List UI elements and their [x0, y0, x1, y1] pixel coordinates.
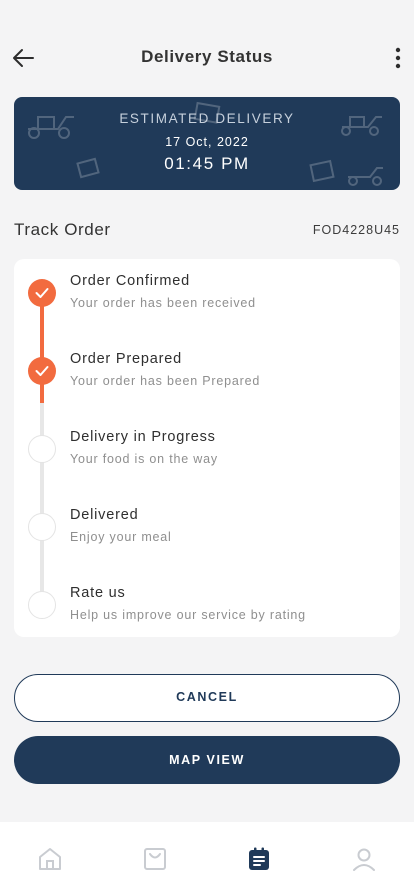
- step-completed-indicator: [28, 279, 56, 307]
- estimated-delivery-label: ESTIMATED DELIVERY: [119, 111, 295, 126]
- timeline-step-order-prepared: Order Prepared Your order has been Prepa…: [14, 337, 400, 397]
- timeline-step-order-confirmed: Order Confirmed Your order has been rece…: [14, 259, 400, 319]
- estimated-delivery-card: ESTIMATED DELIVERY 17 Oct, 2022 01:45 PM: [14, 97, 400, 190]
- step-subtitle: Help us improve our service by rating: [70, 608, 306, 622]
- step-title: Order Confirmed: [70, 273, 190, 289]
- orders-icon: [249, 847, 269, 870]
- profile-icon: [353, 848, 375, 871]
- nav-orders[interactable]: [246, 846, 272, 872]
- more-options-button[interactable]: [390, 44, 406, 72]
- map-view-button[interactable]: MAP VIEW: [14, 736, 400, 784]
- more-vertical-icon: [395, 47, 401, 69]
- step-title: Rate us: [70, 585, 126, 601]
- order-tracking-timeline: Order Confirmed Your order has been rece…: [14, 259, 400, 637]
- step-subtitle: Your order has been Prepared: [70, 374, 261, 388]
- step-subtitle: Your food is on the way: [70, 452, 218, 466]
- step-pending-indicator: [28, 591, 56, 619]
- timeline-step-delivery-in-progress: Delivery in Progress Your food is on the…: [14, 415, 400, 475]
- order-id: FOD4228U45: [312, 223, 400, 237]
- step-subtitle: Your order has been received: [70, 296, 256, 310]
- step-pending-indicator: [28, 513, 56, 541]
- step-title: Order Prepared: [70, 351, 182, 367]
- check-icon: [35, 288, 49, 298]
- step-subtitle: Enjoy your meal: [70, 530, 172, 544]
- estimated-delivery-time: 01:45 PM: [164, 154, 250, 173]
- cancel-order-button[interactable]: CANCEL: [14, 674, 400, 722]
- estimated-delivery-date: 17 Oct, 2022: [165, 135, 249, 149]
- track-order-title: Track Order: [14, 220, 111, 239]
- nav-profile[interactable]: [351, 846, 377, 872]
- bottom-navigation: [0, 822, 414, 896]
- step-pending-indicator: [28, 435, 56, 463]
- step-title: Delivered: [70, 507, 139, 523]
- shopping-bag-icon: [144, 848, 166, 870]
- nav-home[interactable]: [37, 846, 63, 872]
- nav-cart[interactable]: [142, 846, 168, 872]
- page-title: Delivery Status: [141, 47, 273, 66]
- home-icon: [39, 848, 61, 870]
- timeline-step-delivered: Delivered Enjoy your meal: [14, 493, 400, 553]
- app-header: Delivery Status: [0, 0, 414, 96]
- step-title: Delivery in Progress: [70, 429, 216, 445]
- check-icon: [35, 366, 49, 376]
- step-completed-indicator: [28, 357, 56, 385]
- timeline-step-rate-us[interactable]: Rate us Help us improve our service by r…: [14, 571, 400, 631]
